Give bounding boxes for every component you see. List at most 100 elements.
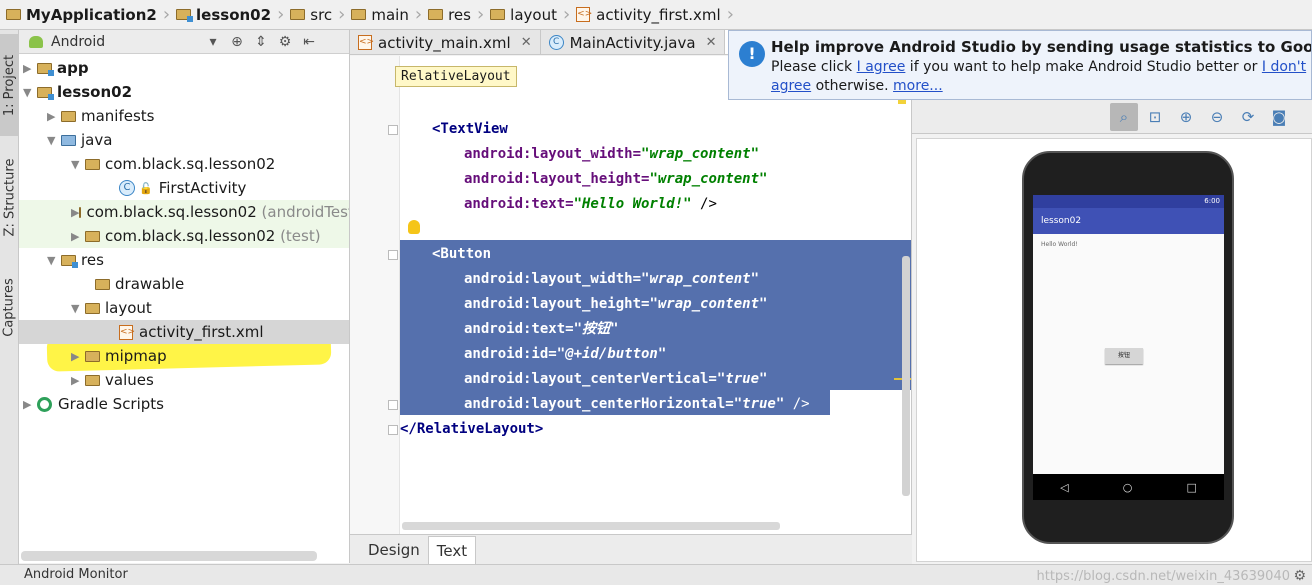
collapse-arrow-icon[interactable]: ▼ xyxy=(71,302,85,315)
captures-tool-tab[interactable]: Captures xyxy=(0,262,19,352)
gear-icon[interactable]: ⚙ xyxy=(1293,566,1306,585)
collapse-arrow-icon[interactable]: ▼ xyxy=(47,254,61,267)
collapse-arrow-icon[interactable]: ▼ xyxy=(23,86,37,99)
collapse-arrow-icon[interactable]: ▼ xyxy=(71,158,85,171)
tree-item-app[interactable]: ▶ app xyxy=(19,56,349,80)
expand-arrow-icon[interactable]: ▶ xyxy=(71,230,85,243)
tab-design[interactable]: Design xyxy=(360,536,428,564)
tree-item-package-test[interactable]: ▶ com.black.sq.lesson02 (test) xyxy=(19,224,349,248)
tree-item-package-androidtest[interactable]: ▶ com.black.sq.lesson02 (androidTest) xyxy=(19,200,349,224)
tree-item-java[interactable]: ▼ java xyxy=(19,128,349,152)
tab-activity-main-xml[interactable]: <> activity_main.xml ✕ xyxy=(350,30,541,54)
tree-item-mipmap[interactable]: ▶ mipmap xyxy=(19,344,349,368)
breadcrumb-label: layout xyxy=(510,5,557,24)
tree-item-lesson02[interactable]: ▼ lesson02 xyxy=(19,80,349,104)
tree-item-package-main[interactable]: ▼ com.black.sq.lesson02 xyxy=(19,152,349,176)
code-line[interactable]: android:layout_centerHorizontal="true" /… xyxy=(400,392,810,417)
tab-text[interactable]: Text xyxy=(427,536,477,564)
lock-icon: 🔓 xyxy=(139,181,153,195)
expand-arrow-icon[interactable]: ▶ xyxy=(23,398,37,411)
tree-item-values[interactable]: ▶ values xyxy=(19,368,349,392)
view-mode-dropdown[interactable]: Android xyxy=(51,34,197,50)
more-link[interactable]: more... xyxy=(893,78,943,94)
collapse-icon[interactable]: ⇕ xyxy=(253,34,269,50)
fold-icon[interactable] xyxy=(388,250,398,260)
breadcrumb-main[interactable]: main xyxy=(349,0,414,29)
status-time: 6:00 xyxy=(1204,197,1220,205)
tab-main-activity-java[interactable]: C MainActivity.java ✕ xyxy=(541,30,726,54)
expand-arrow-icon[interactable]: ▶ xyxy=(71,350,85,363)
tree-item-gradle-scripts[interactable]: ▶ Gradle Scripts xyxy=(19,392,349,416)
code-line[interactable]: android:layout_height="wrap_content" xyxy=(400,292,767,317)
breadcrumb-src[interactable]: src xyxy=(288,0,338,29)
project-tool-tab[interactable]: 1: Project xyxy=(0,34,19,136)
tree-item-first-activity[interactable]: C 🔓 FirstActivity xyxy=(19,176,349,200)
package-icon xyxy=(85,158,100,170)
agree-link[interactable]: I agree xyxy=(857,59,906,75)
zoom-out-icon[interactable]: ⊖ xyxy=(1203,103,1231,131)
breadcrumb-module[interactable]: lesson02 xyxy=(174,0,277,29)
app-title: lesson02 xyxy=(1041,216,1082,226)
tree-item-layout[interactable]: ▼ layout xyxy=(19,296,349,320)
code-line[interactable]: android:text="Hello World!" /> xyxy=(400,192,717,217)
project-horizontal-scrollbar[interactable] xyxy=(21,551,317,561)
structure-tool-tab[interactable]: Z: Structure xyxy=(0,142,19,252)
breadcrumb-project[interactable]: MyApplication2 xyxy=(4,0,163,29)
expand-arrow-icon[interactable]: ▶ xyxy=(23,62,37,75)
code-token: <Button xyxy=(432,246,492,262)
android-monitor-tab[interactable]: Android Monitor xyxy=(24,567,128,582)
code-token: "wrap_content" xyxy=(649,171,768,187)
chevron-down-icon[interactable]: ▾ xyxy=(205,34,221,50)
actual-size-icon[interactable]: ⊡ xyxy=(1141,103,1169,131)
code-line[interactable]: android:id="@+id/button" xyxy=(400,342,666,367)
xml-file-icon: <> xyxy=(576,7,592,22)
expand-arrow-icon[interactable]: ▶ xyxy=(71,374,85,387)
tree-item-res[interactable]: ▼ res xyxy=(19,248,349,272)
screenshot-icon[interactable]: ◙ xyxy=(1265,103,1293,131)
close-icon[interactable]: ✕ xyxy=(706,35,717,50)
target-icon[interactable]: ⊕ xyxy=(229,34,245,50)
preview-button[interactable]: 按钮 xyxy=(1105,348,1143,364)
lightbulb-icon[interactable] xyxy=(408,220,420,234)
code-line[interactable]: android:layout_width="wrap_content" xyxy=(400,142,759,167)
expand-arrow-icon[interactable]: ▶ xyxy=(47,110,61,123)
code-line[interactable]: <TextView xyxy=(400,117,508,142)
editor-vertical-scrollbar[interactable] xyxy=(902,256,910,496)
zoom-to-fit-icon[interactable]: ⌕ xyxy=(1110,102,1138,131)
zoom-in-icon[interactable]: ⊕ xyxy=(1172,103,1200,131)
chevron-right-icon: › xyxy=(476,4,485,25)
tree-item-activity-first-xml[interactable]: <> activity_first.xml xyxy=(19,320,349,344)
fold-icon[interactable] xyxy=(388,400,398,410)
breadcrumb-file[interactable]: <> activity_first.xml xyxy=(574,0,727,29)
code-token: <TextView xyxy=(432,121,508,137)
tool-tab-label: Z: Structure xyxy=(2,158,17,236)
close-icon[interactable]: ✕ xyxy=(521,35,532,50)
code-line[interactable]: <Button xyxy=(400,242,491,267)
tree-label: java xyxy=(81,131,113,149)
breadcrumb-layout[interactable]: layout xyxy=(488,0,563,29)
code-token: "wrap_content" xyxy=(649,296,768,312)
tree-item-manifests[interactable]: ▶ manifests xyxy=(19,104,349,128)
code-line[interactable]: android:text="按钮" xyxy=(400,317,618,342)
notification-title: Help improve Android Studio by sending u… xyxy=(771,38,1312,56)
fold-icon[interactable] xyxy=(388,425,398,435)
code-line[interactable]: android:layout_centerVertical="true" xyxy=(400,367,767,392)
breadcrumb-res[interactable]: res xyxy=(426,0,477,29)
refresh-icon[interactable]: ⟳ xyxy=(1234,103,1262,131)
editor-horizontal-scrollbar[interactable] xyxy=(402,522,780,530)
expand-arrow-icon[interactable]: ▶ xyxy=(71,206,79,219)
xml-breadcrumb-popup: RelativeLayout xyxy=(395,66,517,87)
tree-item-drawable[interactable]: drawable xyxy=(19,272,349,296)
notification-text-part: Please click xyxy=(771,59,857,75)
device-nav-bar: ◁ ○ □ xyxy=(1033,474,1224,500)
fold-icon[interactable] xyxy=(388,125,398,135)
collapse-arrow-icon[interactable]: ▼ xyxy=(47,134,61,147)
code-line[interactable]: </RelativeLayout> xyxy=(400,417,543,442)
xml-file-icon: <> xyxy=(358,35,374,50)
gear-icon[interactable]: ⚙ xyxy=(277,34,293,50)
hello-world-text[interactable]: Hello World! xyxy=(1041,241,1078,248)
code-editor[interactable]: RelativeLayout <TextView android:layout_w… xyxy=(350,56,912,534)
code-line[interactable]: android:layout_height="wrap_content" xyxy=(400,167,767,192)
hide-panel-icon[interactable]: ⇤ xyxy=(301,34,317,50)
code-line[interactable]: android:layout_width="wrap_content" xyxy=(400,267,759,292)
